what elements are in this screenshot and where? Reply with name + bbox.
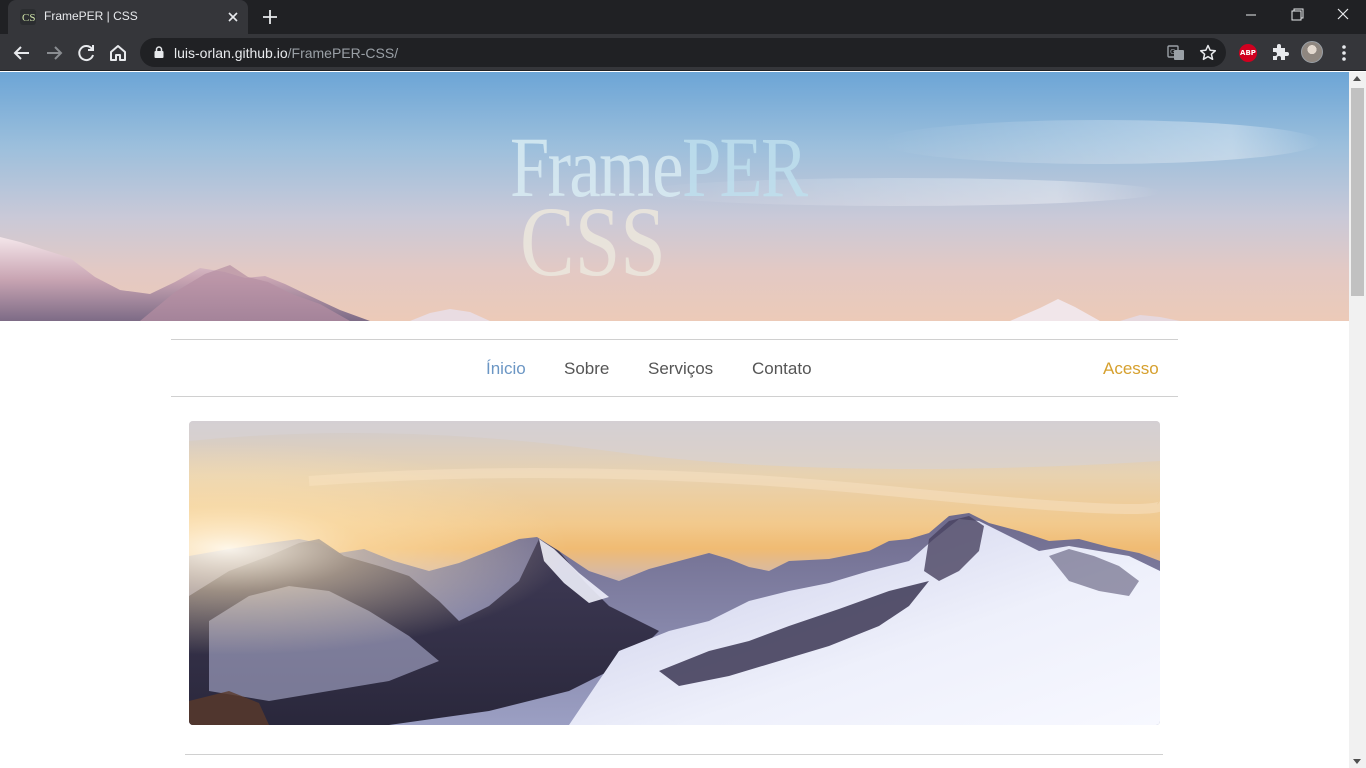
framper-css-logo: FramePER CSS <box>510 124 850 294</box>
url-host: luis-orlan.github.io <box>174 45 288 61</box>
close-tab-icon[interactable] <box>224 8 242 26</box>
close-window-icon[interactable] <box>1320 0 1366 32</box>
arrow-left-icon[interactable] <box>8 39 36 67</box>
svg-text:CS: CS <box>22 12 35 24</box>
main-navigation: Ínicio Sobre Serviços Contato Acesso <box>171 339 1178 397</box>
translate-icon[interactable]: G <box>1166 43 1186 63</box>
new-tab-icon[interactable] <box>260 7 280 27</box>
logo-css-text: CSS <box>520 186 666 297</box>
page-scrollbar[interactable] <box>1349 72 1366 768</box>
adblock-extension-button[interactable]: ABP <box>1236 41 1260 65</box>
site-favicon-icon: CS <box>20 9 36 25</box>
arrow-right-icon[interactable] <box>40 39 68 67</box>
hero-header: FramePER CSS <box>0 72 1349 321</box>
minimize-window-icon[interactable] <box>1228 0 1274 32</box>
snowy-mountains-illustration <box>189 421 1160 725</box>
scroll-down-arrow-icon[interactable] <box>1353 759 1361 764</box>
kebab-menu-icon[interactable] <box>1332 41 1356 65</box>
page-viewport: FramePER CSS Ínicio Sobre Serviços Conta… <box>0 72 1349 768</box>
url-path: /FramePER-CSS/ <box>287 45 399 61</box>
nav-link-contato[interactable]: Contato <box>752 359 812 379</box>
adblock-icon: ABP <box>1239 44 1257 62</box>
tab-strip: CS FramePER | CSS <box>0 0 1366 34</box>
logo-per-text: PER <box>681 119 808 215</box>
star-icon[interactable] <box>1198 43 1218 63</box>
profile-avatar[interactable] <box>1301 41 1323 63</box>
featured-mountain-image <box>189 421 1160 725</box>
address-bar[interactable]: luis-orlan.github.io/FramePER-CSS/ G <box>140 38 1226 67</box>
scrollbar-thumb[interactable] <box>1351 88 1364 296</box>
svg-text:G: G <box>1170 48 1175 56</box>
puzzle-icon[interactable] <box>1268 41 1292 65</box>
nav-link-sobre[interactable]: Sobre <box>564 359 609 379</box>
section-divider <box>185 754 1163 755</box>
restore-window-icon[interactable] <box>1274 0 1320 32</box>
lock-icon[interactable] <box>152 45 166 59</box>
nav-link-servicos[interactable]: Serviços <box>648 359 713 379</box>
browser-toolbar: luis-orlan.github.io/FramePER-CSS/ G ABP <box>0 34 1366 71</box>
reload-icon[interactable] <box>72 39 100 67</box>
url-text[interactable]: luis-orlan.github.io/FramePER-CSS/ <box>174 45 398 61</box>
browser-tab[interactable]: CS FramePER | CSS <box>8 0 248 34</box>
tab-title: FramePER | CSS <box>44 9 138 23</box>
nav-link-acesso[interactable]: Acesso <box>1103 359 1159 379</box>
nav-link-inicio[interactable]: Ínicio <box>486 359 526 379</box>
scroll-up-arrow-icon[interactable] <box>1353 76 1361 81</box>
home-icon[interactable] <box>104 39 132 67</box>
